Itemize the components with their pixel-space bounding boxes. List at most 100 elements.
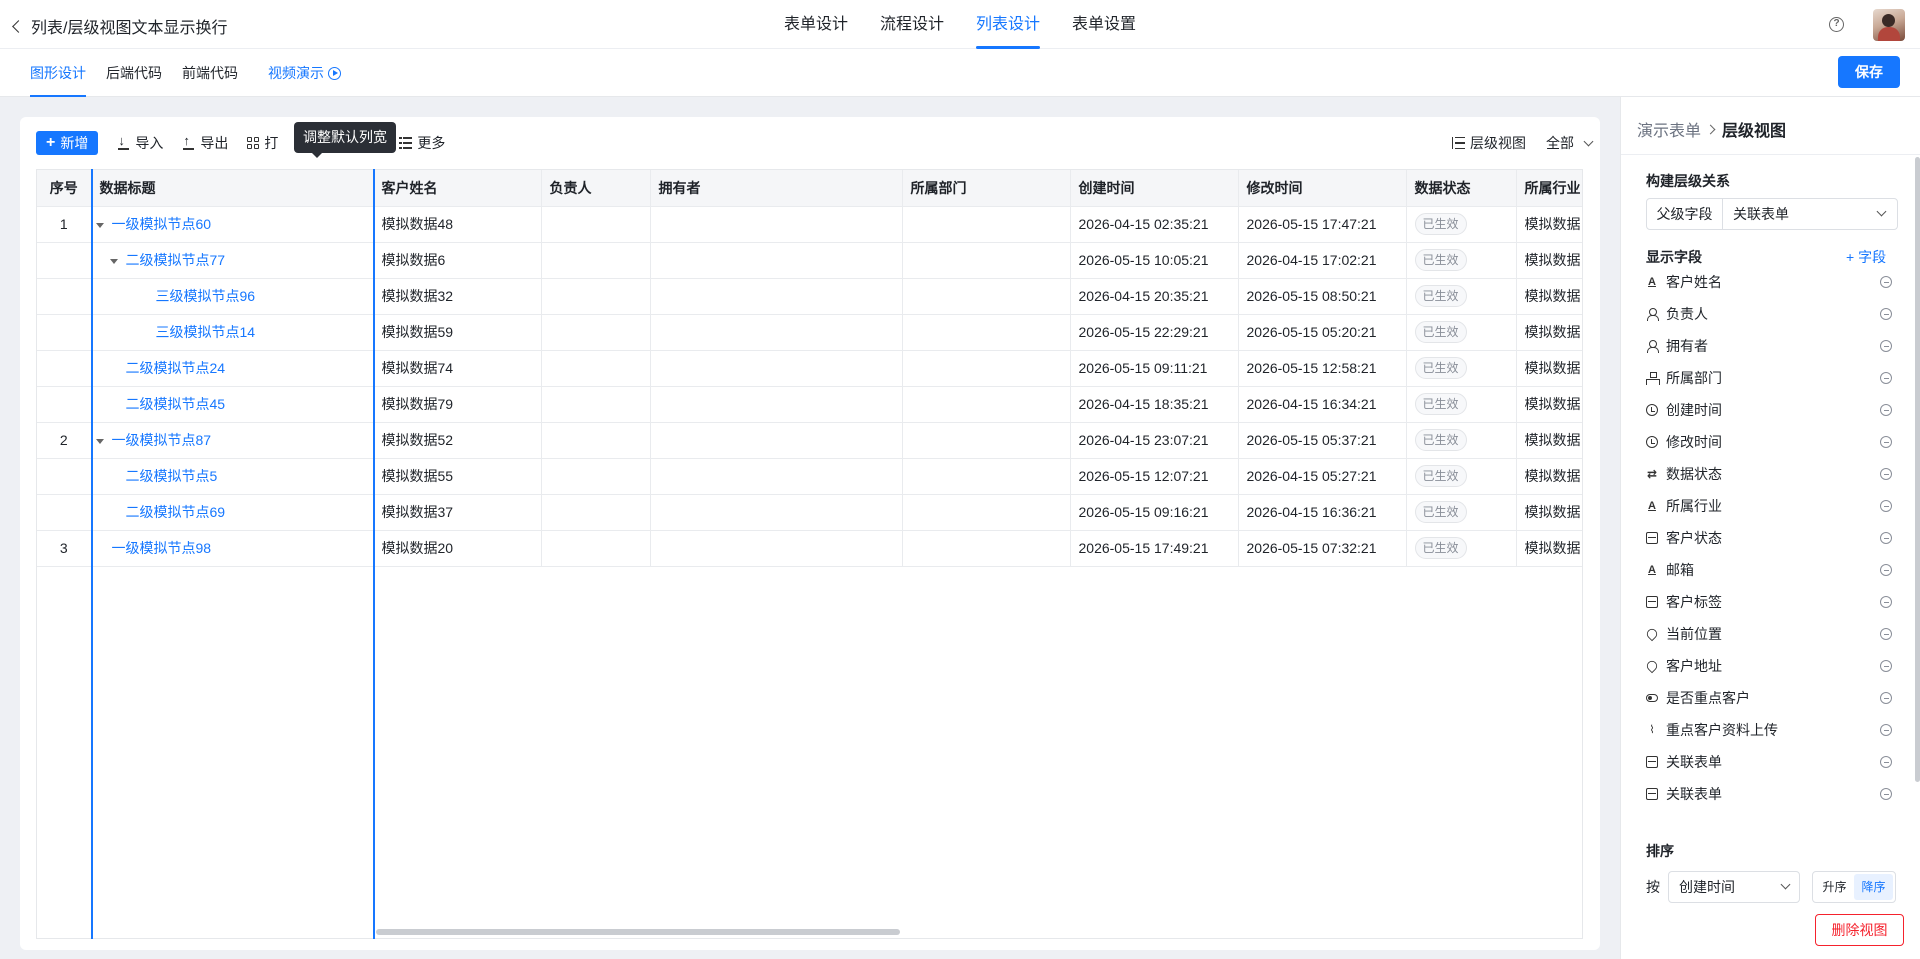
filter-dropdown[interactable]: 全部 bbox=[1546, 133, 1594, 153]
display-field-item[interactable]: 当前位置 bbox=[1644, 618, 1906, 650]
title-link[interactable]: 二级模拟节点45 bbox=[126, 396, 226, 412]
table-row[interactable]: 二级模拟节点69 模拟数据37 2026-05-15 09:16:21 2026-04… bbox=[37, 494, 1582, 531]
title-link[interactable]: 一级模拟节点98 bbox=[112, 540, 212, 556]
title-link[interactable]: 二级模拟节点5 bbox=[126, 468, 218, 484]
title-link[interactable]: 二级模拟节点69 bbox=[126, 504, 226, 520]
minus-circle-icon[interactable] bbox=[1880, 564, 1892, 576]
col-header-industry[interactable]: 所属行业 bbox=[1516, 170, 1582, 207]
parent-field-value[interactable]: 关联表单 bbox=[1723, 199, 1897, 229]
minus-circle-icon[interactable] bbox=[1880, 436, 1892, 448]
save-button[interactable]: 保存 bbox=[1838, 56, 1900, 88]
minus-circle-icon[interactable] bbox=[1880, 276, 1892, 288]
title-link[interactable]: 二级模拟节点77 bbox=[126, 252, 226, 268]
display-field-label: 客户标签 bbox=[1666, 594, 1722, 610]
minus-circle-icon[interactable] bbox=[1880, 340, 1892, 352]
display-field-item[interactable]: 所属部门 bbox=[1646, 362, 1906, 394]
display-field-item[interactable]: 修改时间 bbox=[1646, 426, 1906, 458]
minus-circle-icon[interactable] bbox=[1880, 788, 1892, 800]
col-header-seq[interactable]: 序号 bbox=[37, 170, 92, 207]
minus-circle-icon[interactable] bbox=[1880, 660, 1892, 672]
sort-field-select[interactable]: 创建时间 bbox=[1668, 871, 1800, 903]
sort-asc-option[interactable]: 升序 bbox=[1815, 874, 1854, 900]
table-row[interactable]: 三级模拟节点96 模拟数据32 2026-04-15 20:35:21 2026-05… bbox=[37, 278, 1582, 315]
col-header-created[interactable]: 创建时间 bbox=[1070, 170, 1239, 207]
table-row[interactable]: 二级模拟节点24 模拟数据74 2026-05-15 09:11:21 2026-05… bbox=[37, 350, 1582, 387]
avatar[interactable] bbox=[1873, 9, 1905, 41]
minus-circle-icon[interactable] bbox=[1880, 532, 1892, 544]
display-field-item[interactable]: 客户地址 bbox=[1644, 650, 1906, 682]
title-link[interactable]: 一级模拟节点87 bbox=[112, 432, 212, 448]
title-link[interactable]: 三级模拟节点14 bbox=[156, 324, 256, 340]
parent-field-select[interactable]: 父级字段 关联表单 bbox=[1646, 198, 1898, 230]
minus-circle-icon[interactable] bbox=[1880, 596, 1892, 608]
export-button[interactable]: 导出 bbox=[182, 133, 228, 153]
table-row[interactable]: 二级模拟节点5 模拟数据55 2026-05-15 12:07:21 2026-04-… bbox=[37, 458, 1582, 495]
minus-circle-icon[interactable] bbox=[1880, 404, 1892, 416]
minus-circle-icon[interactable] bbox=[1880, 372, 1892, 384]
caret-down-icon[interactable] bbox=[95, 438, 104, 444]
print-button[interactable]: 打 bbox=[247, 133, 278, 153]
tab-graphic-design[interactable]: 图形设计 bbox=[30, 49, 86, 97]
frozen-column-divider[interactable] bbox=[91, 169, 93, 939]
display-field-item[interactable]: ⇄ 数据状态 bbox=[1646, 458, 1906, 490]
cell-title: 三级模拟节点96 bbox=[91, 278, 374, 315]
col-header-holder[interactable]: 拥有者 bbox=[650, 170, 903, 207]
caret-down-icon[interactable] bbox=[109, 258, 118, 264]
display-field-item[interactable]: 是否重点客户 bbox=[1646, 682, 1906, 714]
minus-circle-icon[interactable] bbox=[1880, 500, 1892, 512]
table-row[interactable]: 二级模拟节点45 模拟数据79 2026-04-15 18:35:21 2026-04… bbox=[37, 386, 1582, 423]
breadcrumb-parent[interactable]: 演示表单 bbox=[1637, 117, 1701, 141]
table-row[interactable]: 1 一级模拟节点60 模拟数据48 2026-04-15 02:35:21 2026-0… bbox=[37, 206, 1582, 243]
display-field-item[interactable]: 客户状态 bbox=[1646, 522, 1906, 554]
video-demo-link[interactable]: 视频演示 bbox=[268, 49, 341, 97]
minus-circle-icon[interactable] bbox=[1880, 308, 1892, 320]
display-field-item[interactable]: A 邮箱 bbox=[1646, 554, 1906, 586]
table-row[interactable]: 三级模拟节点14 模拟数据59 2026-05-15 22:29:21 2026-05… bbox=[37, 314, 1582, 351]
help-icon[interactable]: ? bbox=[1829, 17, 1844, 32]
col-header-status[interactable]: 数据状态 bbox=[1406, 170, 1517, 207]
table-row[interactable]: 3 一级模拟节点98 模拟数据20 2026-05-15 17:49:21 2026-0… bbox=[37, 530, 1582, 567]
display-field-item[interactable]: 负责人 bbox=[1646, 298, 1906, 330]
panel-vertical-scrollbar[interactable] bbox=[1915, 157, 1920, 782]
col-header-owner[interactable]: 负责人 bbox=[541, 170, 651, 207]
display-field-item[interactable]: ⌇ 重点客户资料上传 bbox=[1646, 714, 1906, 746]
tab-list-design[interactable]: 列表设计 bbox=[960, 0, 1056, 49]
tab-flow-design[interactable]: 流程设计 bbox=[864, 0, 960, 49]
display-field-item[interactable]: 关联表单 bbox=[1646, 778, 1906, 810]
col-header-modified[interactable]: 修改时间 bbox=[1238, 170, 1407, 207]
table-row[interactable]: 2 一级模拟节点87 模拟数据52 2026-04-15 23:07:21 2026-0… bbox=[37, 422, 1582, 459]
col-header-dept[interactable]: 所属部门 bbox=[902, 170, 1071, 207]
import-button[interactable]: 导入 bbox=[117, 133, 163, 153]
display-field-item[interactable]: 创建时间 bbox=[1646, 394, 1906, 426]
col-header-title[interactable]: 数据标题 bbox=[91, 170, 374, 207]
display-field-item[interactable]: A 客户姓名 bbox=[1646, 266, 1906, 298]
tab-form-settings[interactable]: 表单设置 bbox=[1056, 0, 1152, 49]
back-button[interactable]: 列表/层级视图文本显示换行 bbox=[10, 14, 227, 38]
tab-frontend-code[interactable]: 前端代码 bbox=[182, 49, 238, 97]
display-field-item[interactable]: 拥有者 bbox=[1646, 330, 1906, 362]
delete-view-button[interactable]: 删除视图 bbox=[1815, 914, 1904, 946]
display-field-item[interactable]: 客户标签 bbox=[1646, 586, 1906, 618]
title-link[interactable]: 三级模拟节点96 bbox=[156, 288, 256, 304]
tab-form-design[interactable]: 表单设计 bbox=[768, 0, 864, 49]
display-field-item[interactable]: A 所属行业 bbox=[1646, 490, 1906, 522]
minus-circle-icon[interactable] bbox=[1880, 724, 1892, 736]
more-button[interactable]: 更多 bbox=[399, 133, 445, 153]
caret-down-icon[interactable] bbox=[95, 222, 104, 228]
display-field-item[interactable]: 关联表单 bbox=[1646, 746, 1906, 778]
add-button[interactable]: + 新增 bbox=[36, 131, 99, 155]
minus-circle-icon[interactable] bbox=[1880, 692, 1892, 704]
frozen-column-divider[interactable] bbox=[373, 169, 375, 939]
title-link[interactable]: 二级模拟节点24 bbox=[126, 360, 226, 376]
minus-circle-icon[interactable] bbox=[1880, 756, 1892, 768]
col-header-customer[interactable]: 客户姓名 bbox=[373, 170, 542, 207]
tab-backend-code[interactable]: 后端代码 bbox=[106, 49, 162, 97]
minus-circle-icon[interactable] bbox=[1880, 468, 1892, 480]
table-row[interactable]: 二级模拟节点77 模拟数据6 2026-05-15 10:05:21 2026-04-… bbox=[37, 242, 1582, 279]
add-field-button[interactable]: + 字段 bbox=[1846, 247, 1886, 267]
title-link[interactable]: 一级模拟节点60 bbox=[112, 216, 212, 232]
view-switch-button[interactable]: 层级视图 bbox=[1452, 133, 1526, 153]
horizontal-scrollbar[interactable] bbox=[376, 929, 900, 935]
sort-desc-option[interactable]: 降序 bbox=[1854, 874, 1893, 900]
minus-circle-icon[interactable] bbox=[1880, 628, 1892, 640]
